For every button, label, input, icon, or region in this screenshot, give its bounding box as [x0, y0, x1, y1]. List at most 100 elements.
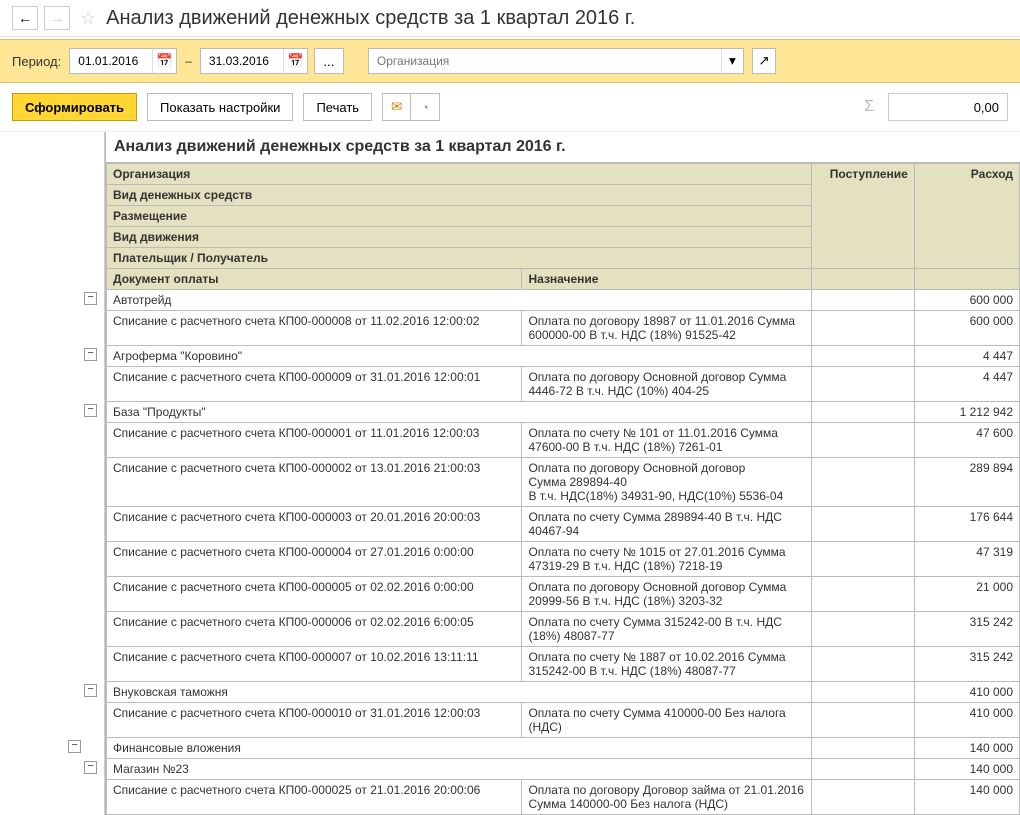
- collapse-toggle[interactable]: −: [84, 684, 97, 697]
- doc-cell[interactable]: Списание с расчетного счета КП00-000004 …: [107, 542, 522, 577]
- organization-open-button[interactable]: ↗: [752, 48, 776, 74]
- table-row: Списание с расчетного счета КП00-000003 …: [107, 507, 1020, 542]
- doc-cell[interactable]: Списание с расчетного счета КП00-000006 …: [107, 612, 522, 647]
- doc-cell[interactable]: Списание с расчетного счета КП00-000003 …: [107, 507, 522, 542]
- hdr-expense: Расход: [914, 164, 1019, 269]
- sum-field[interactable]: [888, 93, 1008, 121]
- income-cell: [811, 577, 914, 612]
- purpose-cell: Оплата по договору Основной договор Сумм…: [522, 367, 811, 402]
- print-button[interactable]: Печать: [303, 93, 372, 121]
- doc-cell[interactable]: Списание с расчетного счета КП00-000001 …: [107, 423, 522, 458]
- period-label: Период:: [12, 54, 61, 69]
- collapse-toggle[interactable]: −: [84, 292, 97, 305]
- expense-cell: 410 000: [914, 703, 1019, 738]
- expense-cell: 47 600: [914, 423, 1019, 458]
- purpose-cell: Оплата по счету № 101 от 11.01.2016 Сумм…: [522, 423, 811, 458]
- expense-cell: 4 447: [914, 367, 1019, 402]
- hdr-purpose: Назначение: [522, 269, 811, 290]
- income-cell: [811, 612, 914, 647]
- period-options-button[interactable]: ...: [314, 48, 344, 74]
- doc-cell[interactable]: Списание с расчетного счета КП00-000005 …: [107, 577, 522, 612]
- group-cell[interactable]: Магазин №23: [107, 759, 812, 780]
- expense-cell: 289 894: [914, 458, 1019, 507]
- doc-cell[interactable]: Списание с расчетного счета КП00-000009 …: [107, 367, 522, 402]
- nav-forward-button[interactable]: →: [44, 6, 70, 30]
- income-cell: [811, 738, 914, 759]
- collapse-toggle[interactable]: −: [84, 761, 97, 774]
- group-cell[interactable]: Внуковская таможня: [107, 682, 812, 703]
- expense-cell: 410 000: [914, 682, 1019, 703]
- hdr-expense-sub: [914, 269, 1019, 290]
- date-from-input[interactable]: [70, 49, 152, 73]
- expense-cell: 21 000: [914, 577, 1019, 612]
- date-to-input[interactable]: [201, 49, 283, 73]
- income-cell: [811, 759, 914, 780]
- doc-cell[interactable]: Списание с расчетного счета КП00-000010 …: [107, 703, 522, 738]
- income-cell: [811, 780, 914, 815]
- income-cell: [811, 290, 914, 311]
- expense-cell: 600 000: [914, 290, 1019, 311]
- table-row: База "Продукты"1 212 942: [107, 402, 1020, 423]
- hdr-placement: Размещение: [107, 206, 812, 227]
- show-settings-button[interactable]: Показать настройки: [147, 93, 293, 121]
- doc-cell[interactable]: Списание с расчетного счета КП00-000025 …: [107, 780, 522, 815]
- income-cell: [811, 402, 914, 423]
- table-row: Магазин №23 140 000: [107, 759, 1020, 780]
- group-cell[interactable]: Агроферма "Коровино": [107, 346, 812, 367]
- nav-back-button[interactable]: ←: [12, 6, 38, 30]
- income-cell: [811, 647, 914, 682]
- table-row: Агроферма "Коровино" 4 447: [107, 346, 1020, 367]
- expense-cell: 140 000: [914, 780, 1019, 815]
- income-cell: [811, 458, 914, 507]
- purpose-cell: Оплата по договору 18987 от 11.01.2016 С…: [522, 311, 811, 346]
- group-cell[interactable]: Автотрейд: [107, 290, 812, 311]
- table-row: Автотрейд 600 000: [107, 290, 1020, 311]
- category-cell[interactable]: Финансовые вложения: [107, 738, 812, 759]
- income-cell: [811, 703, 914, 738]
- expense-cell: 315 242: [914, 612, 1019, 647]
- income-cell: [811, 423, 914, 458]
- purpose-cell: Оплата по счету № 1887 от 10.02.2016 Сум…: [522, 647, 811, 682]
- table-row: Финансовые вложения140 000: [107, 738, 1020, 759]
- expense-cell: 600 000: [914, 311, 1019, 346]
- hdr-income: Поступление: [811, 164, 914, 269]
- collapse-toggle[interactable]: −: [84, 348, 97, 361]
- purpose-cell: Оплата по договору Основной договор Сумм…: [522, 577, 811, 612]
- clock-icon[interactable]: ◔: [411, 94, 439, 120]
- date-dash: –: [185, 54, 192, 68]
- expense-cell: 315 242: [914, 647, 1019, 682]
- expense-cell: 4 447: [914, 346, 1019, 367]
- favorite-star-icon[interactable]: ☆: [80, 8, 96, 29]
- email-icon[interactable]: ✉: [383, 94, 411, 120]
- doc-cell[interactable]: Списание с расчетного счета КП00-000008 …: [107, 311, 522, 346]
- table-row: Списание с расчетного счета КП00-000010 …: [107, 703, 1020, 738]
- expense-cell: 176 644: [914, 507, 1019, 542]
- income-cell: [811, 346, 914, 367]
- hdr-org: Организация: [107, 164, 812, 185]
- expense-cell: 140 000: [914, 759, 1019, 780]
- doc-cell[interactable]: Списание с расчетного счета КП00-000007 …: [107, 647, 522, 682]
- table-row: Списание с расчетного счета КП00-000007 …: [107, 647, 1020, 682]
- table-row: Списание с расчетного счета КП00-000009 …: [107, 367, 1020, 402]
- calendar-icon[interactable]: 📅: [283, 49, 307, 73]
- purpose-cell: Оплата по счету Сумма 289894-40 В т.ч. Н…: [522, 507, 811, 542]
- calendar-icon[interactable]: 📅: [152, 49, 176, 73]
- collapse-toggle[interactable]: −: [68, 740, 81, 753]
- purpose-cell: Оплата по счету Сумма 315242-00 В т.ч. Н…: [522, 612, 811, 647]
- organization-dropdown-button[interactable]: ▾: [721, 49, 743, 73]
- doc-cell[interactable]: Списание с расчетного счета КП00-000002 …: [107, 458, 522, 507]
- page-title: Анализ движений денежных средств за 1 кв…: [106, 7, 635, 30]
- table-row: Списание с расчетного счета КП00-000008 …: [107, 311, 1020, 346]
- collapse-toggle[interactable]: −: [84, 404, 97, 417]
- purpose-cell: Оплата по договору Основной договор Сумм…: [522, 458, 811, 507]
- purpose-cell: Оплата по счету № 1015 от 27.01.2016 Сум…: [522, 542, 811, 577]
- form-report-button[interactable]: Сформировать: [12, 93, 137, 121]
- hdr-cash-type: Вид денежных средств: [107, 185, 812, 206]
- table-row: Списание с расчетного счета КП00-000004 …: [107, 542, 1020, 577]
- table-row: Списание с расчетного счета КП00-000002 …: [107, 458, 1020, 507]
- organization-input[interactable]: [369, 49, 721, 73]
- group-cell[interactable]: База "Продукты": [107, 402, 812, 423]
- hdr-income-sub: [811, 269, 914, 290]
- table-row: Списание с расчетного счета КП00-000006 …: [107, 612, 1020, 647]
- report-title: Анализ движений денежных средств за 1 кв…: [106, 132, 1020, 163]
